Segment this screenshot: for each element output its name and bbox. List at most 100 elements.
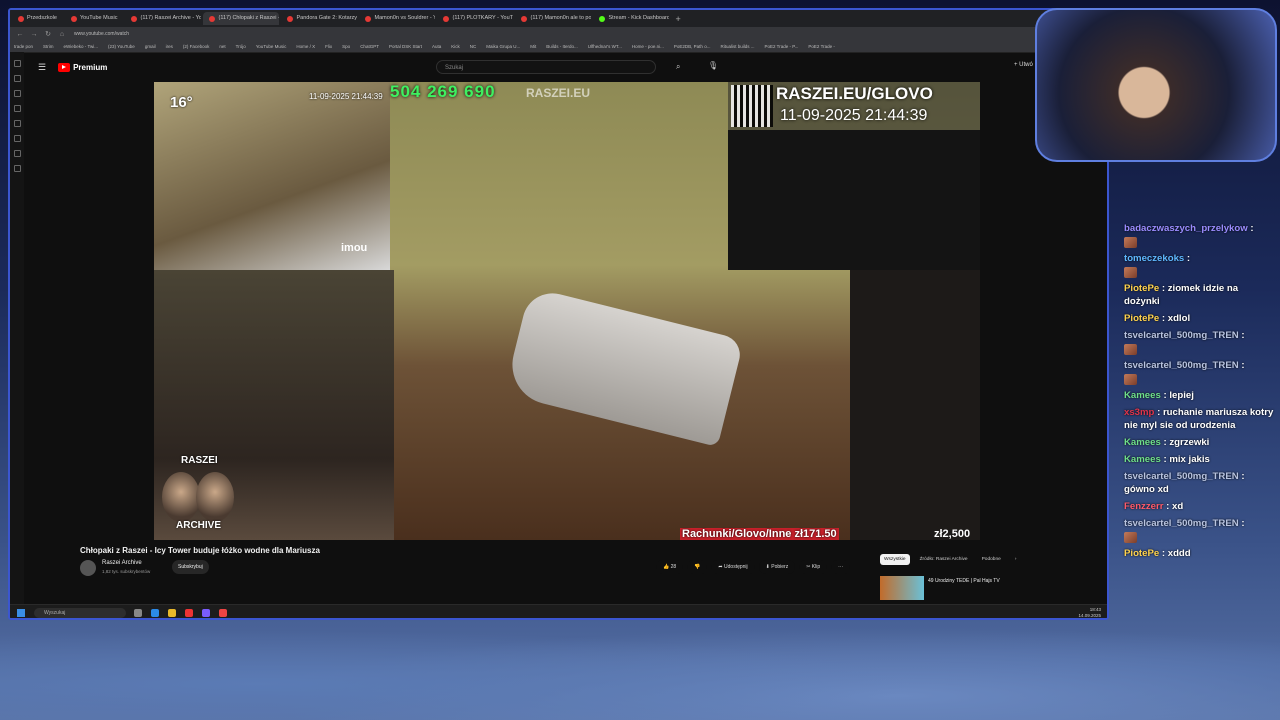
bookmark-item[interactable]: eWiebeko - Twi...: [64, 44, 98, 49]
more-actions-button[interactable]: ···: [831, 560, 851, 574]
bookmark-item[interactable]: ires: [166, 44, 173, 49]
chevron-right-icon[interactable]: ›: [1011, 554, 1021, 565]
sidebar-icon[interactable]: [13, 150, 21, 157]
opera-icon[interactable]: [185, 609, 193, 617]
emote-icon: [1124, 344, 1137, 355]
chat-username[interactable]: tsvelcartel_500mg_TREN: [1124, 471, 1239, 482]
bookmark-item[interactable]: Ritualist builds ...: [720, 44, 754, 49]
bookmark-item[interactable]: Ulfhednar's WT...: [588, 44, 622, 49]
video-player[interactable]: 16° 11-09-2025 21:44:39 504 269 690 RASZ…: [154, 82, 980, 540]
chat-username[interactable]: tsvelcartel_500mg_TREN: [1124, 360, 1239, 371]
bookmark-item[interactable]: Flix: [325, 44, 332, 49]
bookmark-item[interactable]: ChatGPT: [360, 44, 379, 49]
channel-name[interactable]: Raszei Archive: [102, 560, 142, 566]
channel-avatar[interactable]: [80, 560, 96, 576]
chat-username[interactable]: PiotePe: [1124, 313, 1159, 324]
chat-username[interactable]: xs3mp: [1124, 407, 1154, 418]
microphone-icon[interactable]: 🎙: [708, 61, 718, 70]
create-button[interactable]: + Utwó: [1014, 62, 1033, 68]
chat-username[interactable]: Kamees: [1124, 390, 1161, 401]
chat-username[interactable]: tomeczekoks: [1124, 253, 1184, 264]
tab-2[interactable]: (117) Raszei Archive - You: [125, 12, 201, 25]
tab-1[interactable]: YouTube Music: [65, 12, 124, 25]
search-icon[interactable]: ⌕: [676, 62, 680, 72]
dislike-button[interactable]: 👎: [687, 560, 708, 574]
taskbar-search[interactable]: Wyszukaj: [34, 608, 126, 618]
bookmark-item[interactable]: (2) Facebook: [183, 44, 210, 49]
tab-6[interactable]: (117) PLOTKARY - YouTube: [437, 12, 513, 25]
bookmark-item[interactable]: NC: [470, 44, 477, 49]
back-icon[interactable]: ←: [16, 31, 24, 38]
chat-message: Kamees : mix jakis: [1124, 454, 1210, 465]
sidebar-icon[interactable]: [13, 135, 21, 142]
tab-4[interactable]: Pandora Gate 2: Kotarzynu: [281, 12, 357, 25]
chat-username[interactable]: Fenzzerr: [1124, 501, 1163, 512]
download-button[interactable]: ⬇ Pobierz: [758, 560, 796, 574]
folder-icon[interactable]: [168, 609, 176, 617]
sidebar-icon[interactable]: [13, 90, 21, 97]
chrome-icon[interactable]: [219, 609, 227, 617]
menu-icon[interactable]: ☰: [38, 62, 46, 73]
new-tab-button[interactable]: +: [675, 14, 680, 24]
tab-7[interactable]: (117) Mamon0n ale to popr: [515, 12, 591, 25]
chat-username[interactable]: PiotePe: [1124, 283, 1159, 294]
tab-0[interactable]: Przedszkole: [12, 12, 63, 25]
bookmark-item[interactable]: PoE2DB, Path o...: [674, 44, 711, 49]
bookmark-item[interactable]: Auta: [432, 44, 441, 49]
share-button[interactable]: ➦ Udostępnij: [711, 560, 755, 574]
bookmark-item[interactable]: gmail: [145, 44, 156, 49]
search-input[interactable]: Szukaj: [436, 60, 656, 74]
windows-start-icon[interactable]: [17, 609, 25, 617]
sidebar-icon[interactable]: [13, 105, 21, 112]
bookmark-item[interactable]: (23) YouTube: [108, 44, 135, 49]
home-icon[interactable]: ⌂: [58, 31, 66, 38]
forward-icon[interactable]: →: [30, 31, 38, 38]
chip-source[interactable]: Źródło: Raszei Archive: [916, 554, 972, 565]
edge-icon[interactable]: [151, 609, 159, 617]
recommendation-title[interactable]: 49 Urodziny TEDE | Pal Hajs TV: [928, 578, 1000, 584]
subscribe-button[interactable]: Subskrybuj: [172, 560, 209, 574]
chat-username[interactable]: tsvelcartel_500mg_TREN: [1124, 330, 1239, 341]
sidebar-icon[interactable]: [13, 120, 21, 127]
bookmark-item[interactable]: Trójo: [236, 44, 246, 49]
bookmark-item[interactable]: Mit: [530, 44, 536, 49]
bookmark-item[interactable]: Spo: [342, 44, 350, 49]
chat-username[interactable]: PiotePe: [1124, 548, 1159, 559]
bookmark-item[interactable]: Portal DSK Start: [389, 44, 422, 49]
tab-3-active[interactable]: (117) Chłopaki z Raszei - Ic: [203, 12, 280, 25]
chat-username[interactable]: Kamees: [1124, 437, 1161, 448]
bookmark-item[interactable]: trade pon: [14, 44, 33, 49]
like-button[interactable]: 👍 28: [656, 560, 684, 574]
discord-icon[interactable]: [202, 609, 210, 617]
tab-8[interactable]: Stream - Kick Dashboard: [593, 12, 669, 25]
bookmark-item[interactable]: net: [219, 44, 225, 49]
chat-username[interactable]: Kamees: [1124, 454, 1161, 465]
bookmark-item[interactable]: Builds - Iterdo...: [546, 44, 578, 49]
bookmark-item[interactable]: Home / X: [296, 44, 315, 49]
chip-related[interactable]: Podobne: [978, 554, 1005, 565]
url-field[interactable]: www.youtube.com/watch: [74, 31, 129, 37]
bookmark-item[interactable]: Strim: [43, 44, 54, 49]
recommendation-thumbnail[interactable]: [880, 576, 924, 600]
task-view-icon[interactable]: [134, 609, 142, 617]
sidebar-icon[interactable]: [13, 165, 21, 172]
reload-icon[interactable]: ↻: [44, 30, 52, 38]
chip-all[interactable]: Wszystkie: [880, 554, 910, 565]
watermark: RASZEI.EU: [526, 86, 591, 100]
youtube-logo[interactable]: Premium: [58, 62, 107, 72]
bookmark-item[interactable]: PoE2 Trade -: [808, 44, 835, 49]
chat-username[interactable]: badaczwaszych_przelykow: [1124, 223, 1248, 234]
video-actions: 👍 28 👎 ➦ Udostępnij ⬇ Pobierz ✂ Klip ···: [656, 560, 851, 574]
bookmark-item[interactable]: Maika Grupa U...: [486, 44, 520, 49]
bookmark-item[interactable]: YouTube Music: [256, 44, 287, 49]
clip-button[interactable]: ✂ Klip: [799, 560, 828, 574]
sidebar-icon[interactable]: [13, 60, 21, 67]
bookmark-item[interactable]: Kick: [451, 44, 460, 49]
taskbar-clock[interactable]: 18:43 14.09.2025: [1078, 607, 1101, 618]
bookmark-item[interactable]: Home - poe.ni...: [632, 44, 664, 49]
chat-username[interactable]: tsvelcartel_500mg_TREN: [1124, 518, 1239, 529]
bookmark-item[interactable]: PoE2 Trade - P...: [764, 44, 798, 49]
sidebar-icon[interactable]: [13, 75, 21, 82]
camera-timestamp: 11-09-2025 21:44:39: [309, 92, 383, 101]
tab-5[interactable]: Mamon0n vs Souldrer - Yo: [359, 12, 435, 25]
